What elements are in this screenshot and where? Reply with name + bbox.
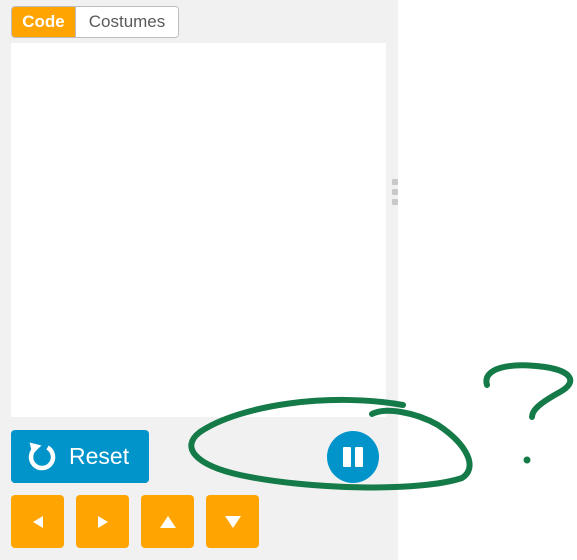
grip-dot [391, 199, 398, 205]
pause-button[interactable] [327, 431, 379, 483]
stage-canvas[interactable] [11, 43, 386, 417]
pause-icon [341, 447, 365, 467]
arrow-right-icon [97, 515, 108, 528]
tab-bar: Code Costumes [11, 6, 179, 38]
arrow-left-icon [32, 515, 43, 528]
grip-dot [391, 179, 398, 185]
arrow-right-button[interactable] [76, 495, 129, 548]
tab-code[interactable]: Code [12, 7, 75, 37]
question-mark-dot [523, 456, 531, 464]
arrow-down-icon [224, 515, 241, 528]
arrow-left-button[interactable] [11, 495, 64, 548]
reset-button[interactable]: Reset [11, 430, 149, 483]
reset-label: Reset [69, 443, 130, 469]
app-root: Code Costumes Reset [0, 0, 577, 560]
arrow-up-icon [159, 515, 176, 528]
arrow-up-button[interactable] [141, 495, 194, 548]
grip-dot [391, 189, 398, 195]
tab-costumes[interactable]: Costumes [75, 7, 178, 37]
arrow-down-button[interactable] [206, 495, 259, 548]
question-mark-curve [483, 362, 574, 420]
rotate-cw-icon [28, 442, 56, 470]
resize-handle[interactable] [391, 179, 398, 205]
left-panel: Code Costumes Reset [0, 0, 398, 560]
